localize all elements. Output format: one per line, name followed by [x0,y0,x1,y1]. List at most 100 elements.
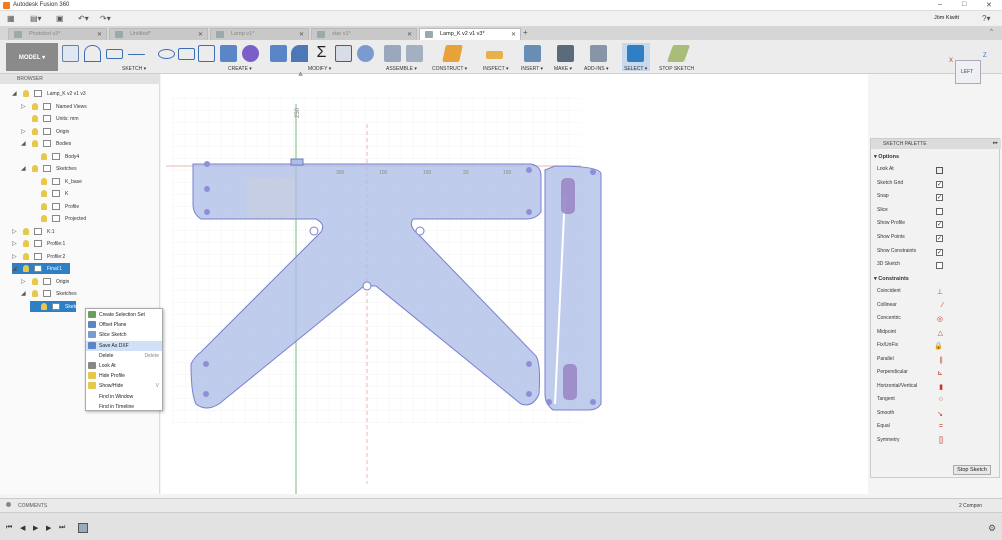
sketch-group[interactable]: SKETCH ▾ [60,43,155,72]
grid-menu-icon[interactable]: ▦ [7,14,15,23]
expand-icon[interactable]: ◢ [21,290,26,297]
make-group[interactable]: MAKE ▾ [552,43,580,72]
constraint-smooth[interactable]: Smooth ↘ [877,410,995,420]
canvas-viewport[interactable]: 250 100 150 20 150 300 ⟳ ▣ ✋ ⊕ ⌕ ▭ ▦ ⊞ [161,74,868,513]
palette-option[interactable]: Slice [877,207,995,217]
assemble-group[interactable]: ASSEMBLE ▾ [382,43,428,72]
hole-right[interactable] [415,226,425,236]
dimension-label-1[interactable]: 100 [379,170,388,176]
context-menu-item[interactable]: Slice Sketch [86,330,162,340]
visibility-bulb-icon[interactable] [23,240,29,247]
visibility-bulb-icon[interactable] [32,127,38,135]
dimension-label-5[interactable]: 300 [336,170,345,176]
sketch-extra-group[interactable] [158,43,216,71]
sketch-point[interactable] [204,209,210,215]
visibility-bulb-icon[interactable] [41,302,47,310]
options-section[interactable]: ▾ Options [874,154,899,160]
constraints-section[interactable]: ▾ Constraints [874,276,909,282]
minimize-icon[interactable]: – [938,1,942,8]
visibility-bulb-icon[interactable] [23,252,29,260]
redo-icon[interactable]: ↷▾ [100,14,111,23]
constraint-parallel[interactable]: Parallel ∥ [877,356,995,366]
visibility-bulb-icon[interactable] [41,177,47,185]
maximize-icon[interactable]: □ [962,1,966,8]
press-pull-icon[interactable] [270,45,287,62]
tab-lamp[interactable]: Lamp v1* ✕ [210,28,309,40]
offset-icon[interactable] [128,54,145,55]
stop-sketch-icon[interactable] [666,45,691,62]
constraint-icon[interactable]: ⊥ [937,288,943,296]
mirror-icon[interactable] [198,45,215,62]
extrude-icon[interactable] [220,45,237,62]
expand-icon[interactable]: ◢ [21,165,26,172]
visibility-bulb-icon[interactable] [23,227,29,235]
tab-photobot[interactable]: Photobot v3* ✕ [8,28,107,40]
file-icon[interactable]: ▤▾ [30,14,42,23]
expand-icon[interactable]: ◢ [12,265,17,272]
sketch-point[interactable] [526,361,532,367]
constraint-equal[interactable]: Equal = [877,423,995,433]
tab-star[interactable]: star v1* ✕ [311,28,417,40]
constraint-icon[interactable]: ↘ [937,410,943,418]
tab-lamp-k[interactable]: Lamp_K v2 v1 v3* ✕ [419,28,521,40]
sketch-point[interactable] [590,169,596,175]
rectangle-icon[interactable] [106,49,123,59]
visibility-bulb-icon[interactable] [32,140,38,147]
sketch-view[interactable]: 250 100 150 20 150 300 [161,74,868,494]
sketch-point[interactable] [526,209,532,215]
palette-option[interactable]: Show Profile ✓ [877,220,995,230]
palette-expand-icon[interactable]: ▸▸ [993,140,998,146]
first-step-icon[interactable]: ⏮ [6,524,12,532]
create-sketch-icon[interactable] [62,45,79,62]
constraint-fix-unfix[interactable]: Fix/UnFix 🔒 [877,342,995,352]
context-menu-item[interactable]: Look At [86,361,162,371]
palette-option[interactable]: 3D Sketch [877,261,995,271]
browser-item[interactable]: ◢ Final:1 [12,263,70,274]
dimension-top[interactable]: 250 [295,107,301,118]
context-menu-item[interactable]: Hide Profile [86,371,162,381]
constraint-icon[interactable]: ◎ [937,315,943,323]
line-icon[interactable] [84,45,101,62]
browser-item[interactable]: Sketch1 [30,300,83,312]
viewcube[interactable]: LEFT [955,60,981,84]
context-menu-item[interactable]: Offset Plane [86,320,162,330]
timeline-settings-icon[interactable]: ⚙ [988,523,996,534]
constraint-icon[interactable]: ▮ [939,383,943,391]
sketch-point[interactable] [203,391,209,397]
modify-group[interactable]: Σ MODIFY ▾ [268,43,378,72]
sketch-point[interactable] [204,161,210,167]
timeline-sketch-icon[interactable] [78,523,88,533]
constraint-icon[interactable]: [] [939,437,943,444]
3d-print-icon[interactable] [557,45,574,62]
scripts-icon[interactable] [590,45,607,62]
prev-step-icon[interactable]: ◀ [20,524,25,532]
sketch-point[interactable] [526,167,532,173]
visibility-bulb-icon[interactable] [32,115,38,122]
measure-icon[interactable] [486,51,503,59]
visibility-bulb-icon[interactable] [23,90,29,97]
palette-option[interactable]: Show Points ✓ [877,234,995,244]
constraint-icon[interactable]: ⊾ [937,369,943,377]
component-icon[interactable] [384,45,401,62]
expand-icon[interactable]: ◢ [21,140,26,147]
help-icon[interactable]: ?▾ [982,14,990,23]
addins-group[interactable]: ADD-INS ▾ [584,43,616,72]
new-tab-icon[interactable]: + [523,28,528,37]
look-at-icon[interactable] [936,167,943,174]
constraint-symmetry[interactable]: Symmetry [] [877,437,995,447]
constraint-icon[interactable]: ∕ [942,302,943,309]
dimension-label-4[interactable]: 150 [503,170,512,176]
close-tab-icon[interactable]: ✕ [511,31,516,38]
palette-option[interactable]: Show Constraints ✓ [877,248,995,258]
split-icon[interactable] [335,45,352,62]
hole-center[interactable] [362,281,372,291]
palette-header[interactable]: SKETCH PALETTE ▸▸ [871,139,1001,149]
insert-image-icon[interactable] [524,45,541,62]
option-checkbox[interactable]: ✓ [936,180,943,188]
constraint-icon[interactable]: ○ [939,396,943,403]
visibility-bulb-icon[interactable] [41,190,47,197]
palette-option[interactable]: Sketch Grid ✓ [877,180,995,190]
constraint-midpoint[interactable]: Midpoint △ [877,329,995,339]
slot-top[interactable] [561,178,575,214]
context-menu-item[interactable]: Find in Window [86,392,162,402]
